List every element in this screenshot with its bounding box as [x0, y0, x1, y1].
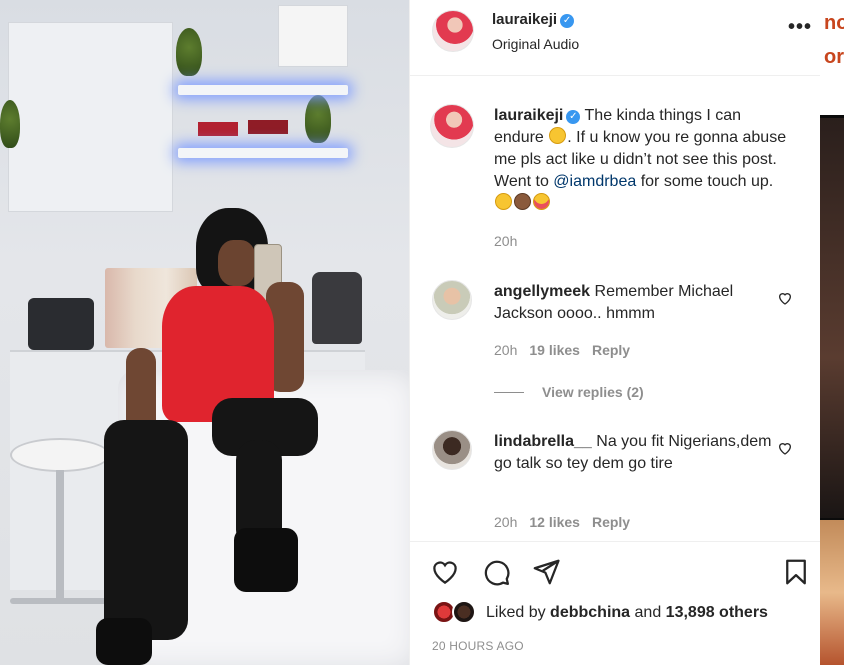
post-actions: Liked by debbchina and 13,898 others 20 …	[410, 541, 821, 665]
wall-frame	[278, 5, 348, 67]
post-username-text[interactable]: lauraikeji	[492, 11, 557, 28]
comment-username[interactable]: lindabrella__	[494, 433, 592, 450]
view-replies-button[interactable]: View replies (2)	[494, 384, 644, 400]
liker-avatar[interactable]	[452, 600, 476, 624]
caption-time[interactable]: 20h	[494, 233, 517, 249]
audio-label[interactable]: Original Audio	[492, 36, 579, 52]
shoe	[96, 618, 152, 665]
caption-username[interactable]: lauraikeji	[494, 107, 563, 124]
wall-cabinet	[8, 22, 173, 212]
post-detail-panel: lauraikeji ✓ Original Audio ••• lauraikej…	[409, 0, 821, 665]
comment-likes[interactable]: 19 likes	[529, 342, 580, 358]
shoe	[234, 528, 298, 592]
comment-meta: 20h 19 likes Reply	[494, 342, 642, 358]
comment: angellymeek Remember Michael Jackson ooo…	[494, 281, 774, 325]
avatar[interactable]	[432, 430, 472, 470]
see-no-evil-monkey-emoji-icon	[514, 193, 531, 210]
plant	[0, 100, 20, 148]
lit-shelf	[178, 85, 348, 95]
liked-by-and: and	[634, 604, 662, 621]
stool-base	[10, 598, 110, 604]
post-caption: lauraikeji ✓ The kinda things I can endur…	[494, 105, 794, 215]
liked-by-user[interactable]: debbchina	[550, 604, 630, 621]
comment-likes[interactable]: 12 likes	[529, 514, 580, 530]
heart-icon[interactable]	[430, 557, 460, 587]
reply-button[interactable]: Reply	[592, 514, 630, 530]
background-image	[820, 118, 844, 518]
comment-time[interactable]: 20h	[494, 514, 517, 530]
liked-by-count[interactable]: 13,898 others	[666, 604, 768, 621]
tongue-emoji-icon	[533, 193, 550, 210]
post-timestamp[interactable]: 20 HOURS AGO	[432, 639, 524, 653]
product-box	[198, 122, 238, 136]
comment-like-heart-icon[interactable]	[777, 440, 793, 456]
comment-meta: 20h 12 likes Reply	[494, 514, 642, 530]
mention-link[interactable]: @iamdrbea	[553, 173, 636, 190]
comment: lindabrella__ Na you fit Nigerians,dem g…	[494, 431, 774, 475]
comment-time[interactable]: 20h	[494, 342, 517, 358]
background-text: no	[824, 12, 844, 34]
reply-button[interactable]: Reply	[592, 342, 630, 358]
verified-icon: ✓	[560, 14, 575, 28]
background-text: or	[824, 46, 844, 68]
person-face	[218, 240, 256, 286]
share-icon[interactable]	[531, 557, 561, 587]
view-replies-label[interactable]: View replies (2)	[542, 384, 644, 400]
comment-like-heart-icon[interactable]	[777, 290, 793, 306]
device	[28, 298, 94, 350]
caption-text-3: for some touch up.	[640, 173, 774, 190]
more-options-icon[interactable]: •••	[788, 16, 812, 39]
stool-leg	[56, 470, 64, 600]
comment-icon[interactable]	[481, 557, 511, 587]
product-box	[248, 120, 288, 134]
avatar[interactable]	[432, 280, 472, 320]
avatar[interactable]	[430, 104, 474, 148]
stool	[10, 438, 110, 472]
lit-shelf	[178, 148, 348, 158]
post-video[interactable]	[0, 0, 409, 665]
liked-by: Liked by debbchina and 13,898 others	[486, 604, 768, 622]
laughing-emoji-icon	[549, 127, 567, 144]
liked-by-prefix: Liked by	[486, 604, 546, 621]
bookmark-icon[interactable]	[781, 557, 811, 587]
verified-icon: ✓	[566, 110, 581, 124]
plant	[305, 95, 331, 143]
handbag	[312, 272, 362, 344]
grimacing-emoji-icon	[495, 193, 512, 210]
plant	[176, 28, 202, 76]
background-image	[820, 520, 844, 665]
background-page-strip: no or	[820, 0, 844, 665]
post-header: lauraikeji ✓ Original Audio •••	[410, 0, 821, 76]
comment-username[interactable]: angellymeek	[494, 283, 590, 300]
divider-line	[494, 392, 524, 393]
post-username[interactable]: lauraikeji ✓	[492, 11, 575, 28]
person-leg	[104, 420, 188, 640]
avatar[interactable]	[432, 10, 474, 52]
